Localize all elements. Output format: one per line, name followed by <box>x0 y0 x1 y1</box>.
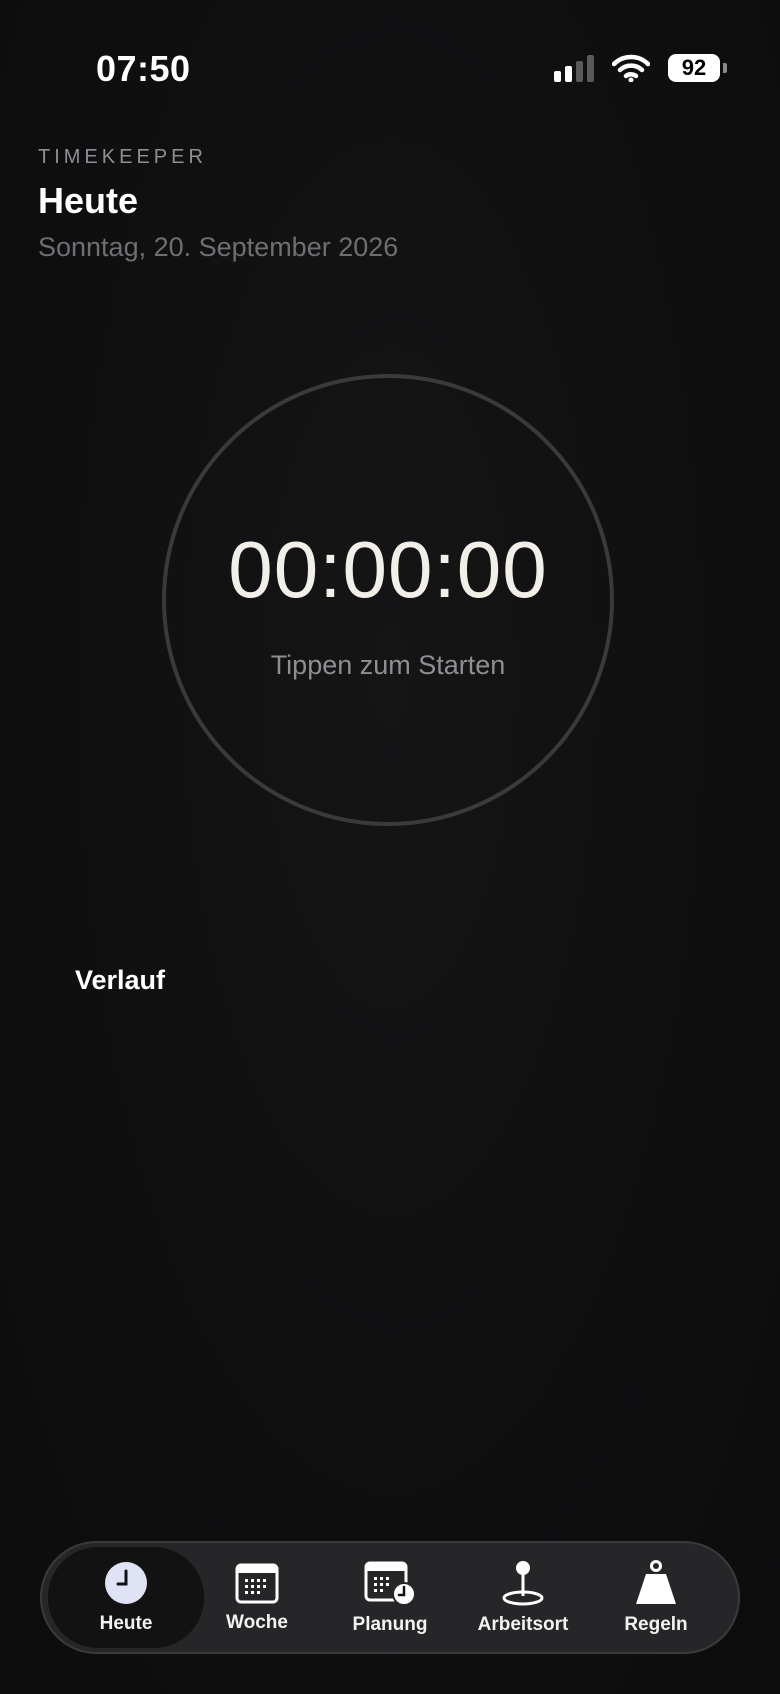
tab-regeln[interactable]: Regeln <box>589 1547 723 1648</box>
tab-arbeitsort[interactable]: Arbeitsort <box>456 1547 590 1648</box>
tab-woche[interactable]: Woche <box>190 1547 324 1648</box>
cellular-signal-icon <box>554 54 594 82</box>
calendar-icon <box>235 1563 279 1603</box>
battery-icon: 92 <box>668 54 727 82</box>
tab-label: Arbeitsort <box>477 1613 569 1635</box>
tab-heute[interactable]: Heute <box>48 1547 204 1648</box>
timer-display: 00:00:00 <box>228 525 548 614</box>
timer-hint: Tippen zum Starten <box>270 650 506 680</box>
location-pin-icon <box>502 1560 544 1605</box>
status-indicators: 92 <box>554 54 727 82</box>
tab-bar: Heute Woche Planung Arbeitsort Regeln <box>40 1541 740 1654</box>
page-title: Heute <box>38 180 139 221</box>
tab-label: Planung <box>352 1613 428 1635</box>
status-time: 07:50 <box>96 48 191 89</box>
clock-icon <box>105 1561 147 1604</box>
tab-label: Regeln <box>624 1613 688 1635</box>
tab-label: Woche <box>226 1611 288 1633</box>
history-heading: Verlauf <box>75 965 166 995</box>
calendar-clock-icon <box>364 1561 416 1606</box>
tab-label: Heute <box>99 1612 153 1634</box>
wifi-icon <box>612 54 650 82</box>
tab-planung[interactable]: Planung <box>323 1547 457 1648</box>
weight-icon <box>636 1559 676 1604</box>
battery-level: 92 <box>681 55 707 80</box>
page-date: Sonntag, 20. September 2026 <box>38 232 399 262</box>
screen: 07:50 92 TIMEKEEPER Heute Sonntag, 20. S… <box>0 0 780 1694</box>
timer-start-button[interactable]: 00:00:00 Tippen zum Starten <box>162 374 614 826</box>
app-name: TIMEKEEPER <box>38 146 207 168</box>
